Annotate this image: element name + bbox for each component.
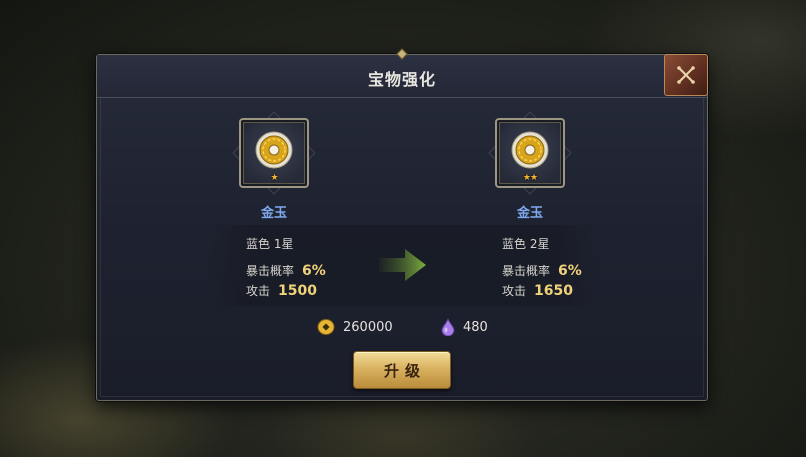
next-item-slot[interactable]: ★★ <box>488 111 572 195</box>
upgrade-button[interactable]: 升级 <box>353 351 451 389</box>
arrow-right-icon <box>379 249 426 281</box>
attack-value: 1500 <box>278 283 317 299</box>
next-attack-row: 攻击 1650 <box>502 282 573 299</box>
dialog-title: 宝物强化 <box>367 70 436 89</box>
crit-value: 6% <box>558 263 582 279</box>
star-rating: ★ <box>270 173 278 183</box>
crit-label: 暴击概率 <box>246 264 295 278</box>
crit-value: 6% <box>302 263 326 279</box>
current-crit-row: 暴击概率 6% <box>246 262 326 279</box>
gold-jade-coin-icon <box>511 131 549 169</box>
next-item-name: 金玉 <box>516 206 543 221</box>
current-attack-row: 攻击 1500 <box>246 282 317 299</box>
purple-drop-icon <box>441 318 455 336</box>
current-item-name: 金玉 <box>260 206 287 221</box>
close-crossed-swords-icon <box>677 66 695 84</box>
current-item-slot[interactable]: ★ <box>232 111 316 195</box>
attack-label: 攻击 <box>502 284 527 298</box>
next-crit-row: 暴击概率 6% <box>502 262 582 279</box>
gold-jade-coin-icon <box>255 131 293 169</box>
essence-amount: 480 <box>463 319 488 335</box>
title-bar: 宝物强化 <box>97 48 707 98</box>
attack-value: 1650 <box>534 283 573 299</box>
essence-cost: 480 <box>441 318 488 336</box>
next-grade: 蓝色 2星 <box>502 237 550 251</box>
close-button[interactable] <box>664 54 708 96</box>
gold-coin-icon <box>317 319 335 335</box>
current-grade: 蓝色 1星 <box>246 237 294 251</box>
treasure-upgrade-dialog: 宝物强化 ★ 金玉 ★★ 金玉 蓝色 1星 暴击概率 6% 攻击 1500 蓝色… <box>96 48 708 401</box>
gold-cost: 260000 <box>317 318 393 336</box>
star-rating: ★★ <box>522 173 538 183</box>
crit-label: 暴击概率 <box>502 264 551 278</box>
gold-amount: 260000 <box>343 319 393 335</box>
attack-label: 攻击 <box>246 284 271 298</box>
